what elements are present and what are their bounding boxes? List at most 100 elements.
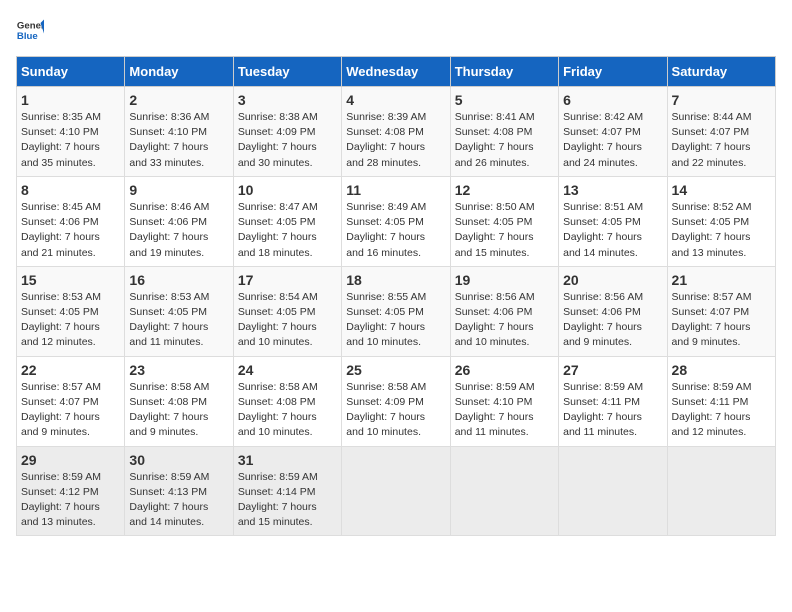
calendar-table: SundayMondayTuesdayWednesdayThursdayFrid…	[16, 56, 776, 536]
day-info: Sunrise: 8:53 AMSunset: 4:05 PMDaylight:…	[129, 290, 228, 351]
day-info: Sunrise: 8:59 AMSunset: 4:12 PMDaylight:…	[21, 470, 120, 531]
day-cell: 15 Sunrise: 8:53 AMSunset: 4:05 PMDayligh…	[17, 266, 125, 356]
day-info: Sunrise: 8:55 AMSunset: 4:05 PMDaylight:…	[346, 290, 445, 351]
day-info: Sunrise: 8:58 AMSunset: 4:08 PMDaylight:…	[129, 380, 228, 441]
day-cell: 24 Sunrise: 8:58 AMSunset: 4:08 PMDayligh…	[233, 356, 341, 446]
day-number: 25	[346, 362, 445, 378]
day-number: 13	[563, 182, 662, 198]
day-cell: 3 Sunrise: 8:38 AMSunset: 4:09 PMDaylight…	[233, 87, 341, 177]
day-cell: 9Sunrise: 8:46 AMSunset: 4:06 PMDaylight…	[125, 176, 233, 266]
day-number: 20	[563, 272, 662, 288]
day-info: Sunrise: 8:59 AMSunset: 4:11 PMDaylight:…	[672, 380, 771, 441]
day-cell: 10Sunrise: 8:47 AMSunset: 4:05 PMDayligh…	[233, 176, 341, 266]
day-info: Sunrise: 8:57 AMSunset: 4:07 PMDaylight:…	[672, 290, 771, 351]
week-row-2: 8Sunrise: 8:45 AMSunset: 4:06 PMDaylight…	[17, 176, 776, 266]
day-cell: 11 Sunrise: 8:49 AMSunset: 4:05 PMDayligh…	[342, 176, 450, 266]
day-cell: 5 Sunrise: 8:41 AMSunset: 4:08 PMDaylight…	[450, 87, 558, 177]
day-cell: 13 Sunrise: 8:51 AMSunset: 4:05 PMDayligh…	[559, 176, 667, 266]
header-row: SundayMondayTuesdayWednesdayThursdayFrid…	[17, 57, 776, 87]
column-header-wednesday: Wednesday	[342, 57, 450, 87]
day-number: 4	[346, 92, 445, 108]
column-header-thursday: Thursday	[450, 57, 558, 87]
day-info: Sunrise: 8:57 AMSunset: 4:07 PMDaylight:…	[21, 380, 120, 441]
column-header-sunday: Sunday	[17, 57, 125, 87]
day-number: 5	[455, 92, 554, 108]
day-info: Sunrise: 8:42 AMSunset: 4:07 PMDaylight:…	[563, 110, 662, 171]
day-number: 22	[21, 362, 120, 378]
day-cell: 8Sunrise: 8:45 AMSunset: 4:06 PMDaylight…	[17, 176, 125, 266]
day-cell: 1 Sunrise: 8:35 AMSunset: 4:10 PMDaylight…	[17, 87, 125, 177]
day-number: 17	[238, 272, 337, 288]
day-number: 15	[21, 272, 120, 288]
day-cell: 14 Sunrise: 8:52 AMSunset: 4:05 PMDayligh…	[667, 176, 775, 266]
day-cell: 26 Sunrise: 8:59 AMSunset: 4:10 PMDayligh…	[450, 356, 558, 446]
day-number: 11	[346, 182, 445, 198]
day-info: Sunrise: 8:59 AMSunset: 4:14 PMDaylight:…	[238, 470, 337, 531]
day-number: 1	[21, 92, 120, 108]
column-header-tuesday: Tuesday	[233, 57, 341, 87]
day-number: 19	[455, 272, 554, 288]
week-row-5: 29 Sunrise: 8:59 AMSunset: 4:12 PMDayligh…	[17, 446, 776, 536]
day-cell: 28 Sunrise: 8:59 AMSunset: 4:11 PMDayligh…	[667, 356, 775, 446]
day-info: Sunrise: 8:46 AMSunset: 4:06 PMDaylight:…	[129, 200, 228, 261]
day-cell	[667, 446, 775, 536]
day-number: 7	[672, 92, 771, 108]
day-cell: 30Sunrise: 8:59 AMSunset: 4:13 PMDayligh…	[125, 446, 233, 536]
day-info: Sunrise: 8:53 AMSunset: 4:05 PMDaylight:…	[21, 290, 120, 351]
day-info: Sunrise: 8:38 AMSunset: 4:09 PMDaylight:…	[238, 110, 337, 171]
week-row-3: 15 Sunrise: 8:53 AMSunset: 4:05 PMDayligh…	[17, 266, 776, 356]
day-cell: 16 Sunrise: 8:53 AMSunset: 4:05 PMDayligh…	[125, 266, 233, 356]
day-number: 14	[672, 182, 771, 198]
day-number: 24	[238, 362, 337, 378]
day-number: 21	[672, 272, 771, 288]
day-number: 26	[455, 362, 554, 378]
day-info: Sunrise: 8:35 AMSunset: 4:10 PMDaylight:…	[21, 110, 120, 171]
day-cell: 6 Sunrise: 8:42 AMSunset: 4:07 PMDaylight…	[559, 87, 667, 177]
day-number: 16	[129, 272, 228, 288]
day-info: Sunrise: 8:58 AMSunset: 4:08 PMDaylight:…	[238, 380, 337, 441]
day-number: 29	[21, 452, 120, 468]
logo-icon: General Blue	[16, 16, 44, 44]
svg-text:Blue: Blue	[17, 31, 38, 42]
day-info: Sunrise: 8:36 AMSunset: 4:10 PMDaylight:…	[129, 110, 228, 171]
day-info: Sunrise: 8:41 AMSunset: 4:08 PMDaylight:…	[455, 110, 554, 171]
day-number: 30	[129, 452, 228, 468]
day-number: 27	[563, 362, 662, 378]
day-number: 6	[563, 92, 662, 108]
column-header-saturday: Saturday	[667, 57, 775, 87]
day-cell: 25Sunrise: 8:58 AMSunset: 4:09 PMDayligh…	[342, 356, 450, 446]
day-number: 23	[129, 362, 228, 378]
day-cell: 7Sunrise: 8:44 AMSunset: 4:07 PMDaylight…	[667, 87, 775, 177]
day-number: 3	[238, 92, 337, 108]
day-cell	[342, 446, 450, 536]
day-cell: 29 Sunrise: 8:59 AMSunset: 4:12 PMDayligh…	[17, 446, 125, 536]
day-cell: 4 Sunrise: 8:39 AMSunset: 4:08 PMDaylight…	[342, 87, 450, 177]
day-cell: 20Sunrise: 8:56 AMSunset: 4:06 PMDayligh…	[559, 266, 667, 356]
day-info: Sunrise: 8:52 AMSunset: 4:05 PMDaylight:…	[672, 200, 771, 261]
day-cell: 31 Sunrise: 8:59 AMSunset: 4:14 PMDayligh…	[233, 446, 341, 536]
day-cell	[450, 446, 558, 536]
day-info: Sunrise: 8:39 AMSunset: 4:08 PMDaylight:…	[346, 110, 445, 171]
day-cell: 27 Sunrise: 8:59 AMSunset: 4:11 PMDayligh…	[559, 356, 667, 446]
day-cell: 17 Sunrise: 8:54 AMSunset: 4:05 PMDayligh…	[233, 266, 341, 356]
day-cell: 22 Sunrise: 8:57 AMSunset: 4:07 PMDayligh…	[17, 356, 125, 446]
svg-text:General: General	[17, 20, 44, 31]
day-info: Sunrise: 8:49 AMSunset: 4:05 PMDaylight:…	[346, 200, 445, 261]
day-info: Sunrise: 8:59 AMSunset: 4:11 PMDaylight:…	[563, 380, 662, 441]
day-cell: 21 Sunrise: 8:57 AMSunset: 4:07 PMDayligh…	[667, 266, 775, 356]
day-cell: 2Sunrise: 8:36 AMSunset: 4:10 PMDaylight…	[125, 87, 233, 177]
week-row-1: 1 Sunrise: 8:35 AMSunset: 4:10 PMDaylight…	[17, 87, 776, 177]
day-info: Sunrise: 8:59 AMSunset: 4:10 PMDaylight:…	[455, 380, 554, 441]
day-number: 10	[238, 182, 337, 198]
day-cell	[559, 446, 667, 536]
day-info: Sunrise: 8:51 AMSunset: 4:05 PMDaylight:…	[563, 200, 662, 261]
day-info: Sunrise: 8:45 AMSunset: 4:06 PMDaylight:…	[21, 200, 120, 261]
day-info: Sunrise: 8:54 AMSunset: 4:05 PMDaylight:…	[238, 290, 337, 351]
day-number: 12	[455, 182, 554, 198]
day-cell: 19Sunrise: 8:56 AMSunset: 4:06 PMDayligh…	[450, 266, 558, 356]
day-cell: 12 Sunrise: 8:50 AMSunset: 4:05 PMDayligh…	[450, 176, 558, 266]
day-info: Sunrise: 8:50 AMSunset: 4:05 PMDaylight:…	[455, 200, 554, 261]
day-cell: 23 Sunrise: 8:58 AMSunset: 4:08 PMDayligh…	[125, 356, 233, 446]
day-number: 28	[672, 362, 771, 378]
day-number: 31	[238, 452, 337, 468]
